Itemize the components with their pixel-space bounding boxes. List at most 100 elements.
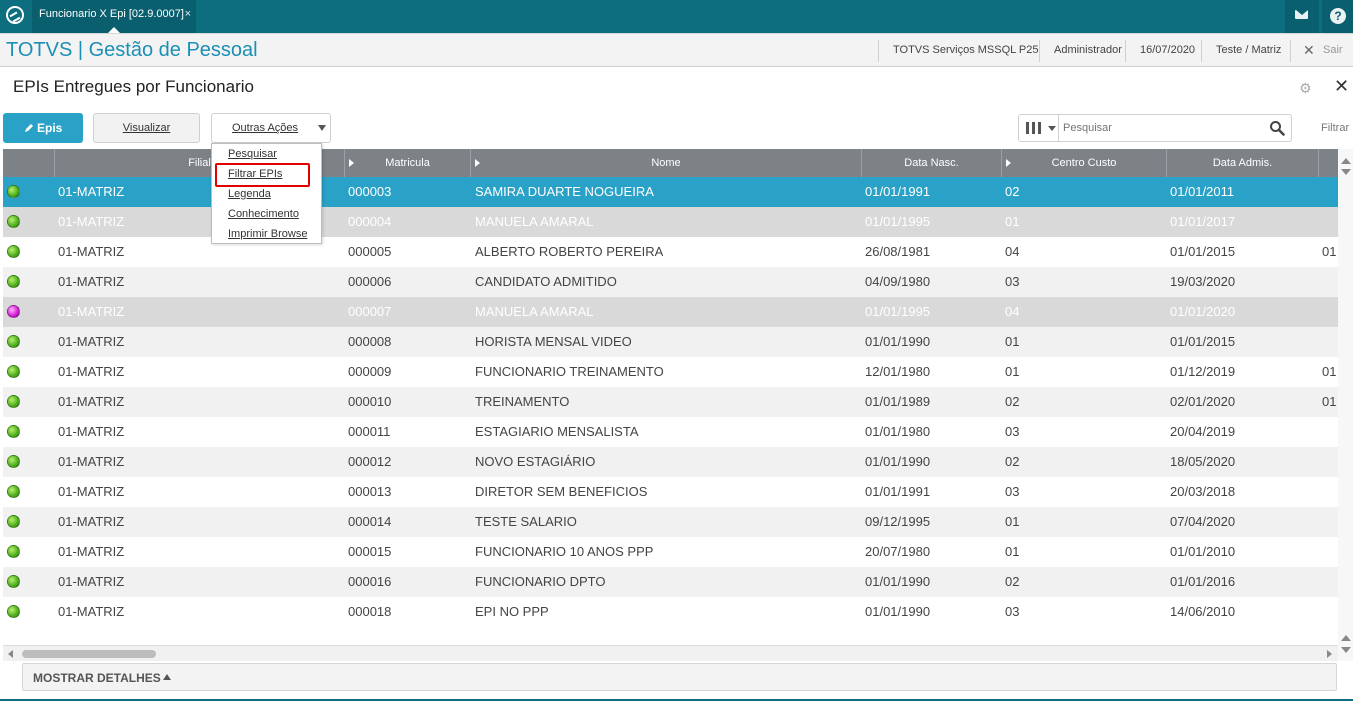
close-icon[interactable]: ✕: [1334, 76, 1349, 97]
cell-admis: 01/01/2015: [1170, 244, 1236, 259]
table-row[interactable]: 01-MATRIZ 000016 FUNCIONARIO DPTO 01/01/199…: [3, 567, 1338, 597]
settings-icon[interactable]: ⚙: [1299, 80, 1312, 97]
scroll-down-icon[interactable]: [1341, 169, 1351, 175]
logout-icon: ✕: [1303, 42, 1315, 58]
table-row[interactable]: 01-MATRIZ 000011 ESTAGIARIO MENSALISTA 01/0…: [3, 417, 1338, 447]
cell-nasc: 26/08/1981: [865, 244, 931, 259]
header-centro-custo[interactable]: Centro Custo: [1002, 149, 1167, 177]
close-tab-icon[interactable]: ×: [185, 0, 191, 28]
columns-icon: [1026, 122, 1041, 134]
cell-nasc: 01/01/1989: [865, 394, 931, 409]
status-green-icon[interactable]: [7, 455, 20, 468]
search-input[interactable]: [1063, 118, 1263, 138]
status-green-icon[interactable]: [7, 605, 20, 618]
scroll-left-icon[interactable]: [8, 650, 13, 658]
status-magenta-icon[interactable]: [7, 305, 20, 318]
header-nome[interactable]: Nome: [471, 149, 862, 177]
columns-selector-button[interactable]: [1019, 115, 1059, 141]
cell-matricula: 000012: [348, 454, 392, 469]
table-row[interactable]: 01-MATRIZ 000006 CANDIDATO ADMITIDO 04/09/1…: [3, 267, 1338, 297]
status-green-icon[interactable]: [7, 245, 20, 258]
cell-extra: 01: [1322, 364, 1337, 379]
scroll-right-icon[interactable]: [1327, 650, 1332, 658]
status-green-icon[interactable]: [7, 275, 20, 288]
company-label[interactable]: Teste / Matriz: [1201, 40, 1291, 62]
header-data-admis[interactable]: Data Admis.: [1167, 149, 1319, 177]
table-row[interactable]: 01-MATRIZ 000010 TREINAMENTO 01/01/1989 02 02…: [3, 387, 1338, 417]
menu-item-conhecimento[interactable]: Conhecimento: [228, 208, 299, 220]
status-green-icon[interactable]: [7, 395, 20, 408]
cell-cc: 03: [1005, 274, 1020, 289]
cell-cc: 01: [1005, 214, 1020, 229]
status-green-icon[interactable]: [7, 335, 20, 348]
cell-matricula: 000004: [348, 214, 392, 229]
horizontal-scrollbar[interactable]: [3, 645, 1338, 661]
scroll-down-icon[interactable]: [1341, 647, 1351, 653]
cell-admis: 20/03/2018: [1170, 484, 1236, 499]
logout-label[interactable]: Sair: [1323, 44, 1343, 56]
logout-button[interactable]: ✕: [1290, 40, 1353, 62]
cell-nome: FUNCIONARIO TREINAMENTO: [475, 364, 664, 379]
table-row[interactable]: 01-MATRIZ 000005 ALBERTO ROBERTO PEREIRA 26…: [3, 237, 1338, 267]
scroll-up-icon[interactable]: [1341, 635, 1351, 641]
table-row[interactable]: 01-MATRIZ 000013 DIRETOR SEM BENEFICIOS 01/…: [3, 477, 1338, 507]
header-data-nasc[interactable]: Data Nasc.: [862, 149, 1002, 177]
logo-icon[interactable]: [6, 6, 24, 24]
table-row[interactable]: 01-MATRIZ 000003 SAMIRA DUARTE NOGUEIRA 01/…: [3, 177, 1338, 207]
menu-item-pesquisar[interactable]: Pesquisar: [228, 148, 277, 160]
sort-icon: [1006, 159, 1011, 167]
status-green-icon[interactable]: [7, 215, 20, 228]
cell-extra: 01: [1322, 244, 1337, 259]
scroll-up-icon[interactable]: [1341, 158, 1351, 164]
table-row[interactable]: 01-MATRIZ 000015 FUNCIONARIO 10 ANOS PPP 20…: [3, 537, 1338, 567]
visualizar-button[interactable]: Visualizar: [93, 113, 200, 143]
table-row[interactable]: 01-MATRIZ 000014 TESTE SALARIO 09/12/1995 01…: [3, 507, 1338, 537]
cell-filial: 01-MATRIZ: [58, 214, 125, 229]
outras-acoes-button[interactable]: Outras Ações: [211, 113, 331, 143]
header-matricula[interactable]: Matricula: [345, 149, 471, 177]
cell-nasc: 01/01/1990: [865, 604, 931, 619]
table-row[interactable]: 01-MATRIZ 000004 MANUELA AMARAL 01/01/1995 0…: [3, 207, 1338, 237]
status-green-icon[interactable]: [7, 485, 20, 498]
window-tab-title: Funcionario X Epi [02.9.0007]: [39, 8, 184, 20]
epis-button[interactable]: Epis: [3, 113, 83, 143]
cell-admis: 18/05/2020: [1170, 454, 1236, 469]
cell-cc: 03: [1005, 484, 1020, 499]
mail-icon[interactable]: [1285, 0, 1319, 33]
details-bar[interactable]: MOSTRAR DETALHES: [22, 663, 1337, 691]
table-row[interactable]: 01-MATRIZ 000018 EPI NO PPP 01/01/1990 03 14/…: [3, 597, 1338, 627]
cell-nasc: 04/09/1980: [865, 274, 931, 289]
vertical-scrollbar[interactable]: [1338, 149, 1353, 661]
status-green-icon[interactable]: [7, 575, 20, 588]
cell-filial: 01-MATRIZ: [58, 454, 125, 469]
status-green-icon[interactable]: [7, 545, 20, 558]
status-green-icon[interactable]: [7, 185, 20, 198]
status-green-icon[interactable]: [7, 425, 20, 438]
help-icon[interactable]: ?: [1322, 0, 1353, 33]
window-tab[interactable]: Funcionario X Epi [02.9.0007] ×: [32, 0, 196, 33]
cell-matricula: 000014: [348, 514, 392, 529]
table-row[interactable]: 01-MATRIZ 000009 FUNCIONARIO TREINAMENTO 12…: [3, 357, 1338, 387]
cell-cc: 03: [1005, 604, 1020, 619]
cell-admis: 01/01/2011: [1170, 184, 1235, 199]
cell-nasc: 01/01/1991: [865, 184, 931, 199]
cell-nasc: 01/01/1990: [865, 454, 931, 469]
header-status[interactable]: [3, 149, 55, 177]
menu-item-imprimir-browse[interactable]: Imprimir Browse: [228, 228, 307, 240]
cell-admis: 01/01/2015: [1170, 334, 1236, 349]
menu-item-legenda[interactable]: Legenda: [228, 188, 271, 200]
search-icon[interactable]: [1269, 120, 1285, 136]
cell-admis: 07/04/2020: [1170, 514, 1236, 529]
table-row[interactable]: 01-MATRIZ 000012 NOVO ESTAGIÁRIO 01/01/1990…: [3, 447, 1338, 477]
cell-nasc: 09/12/1995: [865, 514, 931, 529]
table-row[interactable]: 01-MATRIZ 000007 MANUELA AMARAL 01/01/1995 0…: [3, 297, 1338, 327]
sort-icon: [475, 159, 480, 167]
status-green-icon[interactable]: [7, 365, 20, 378]
table-row[interactable]: 01-MATRIZ 000008 HORISTA MENSAL VIDEO 01/01…: [3, 327, 1338, 357]
cell-matricula: 000013: [348, 484, 392, 499]
scroll-thumb[interactable]: [22, 650, 156, 658]
status-green-icon[interactable]: [7, 515, 20, 528]
filter-link[interactable]: Filtrar: [1321, 122, 1349, 134]
epis-button-label: Epis: [37, 121, 63, 135]
cell-filial: 01-MATRIZ: [58, 604, 125, 619]
